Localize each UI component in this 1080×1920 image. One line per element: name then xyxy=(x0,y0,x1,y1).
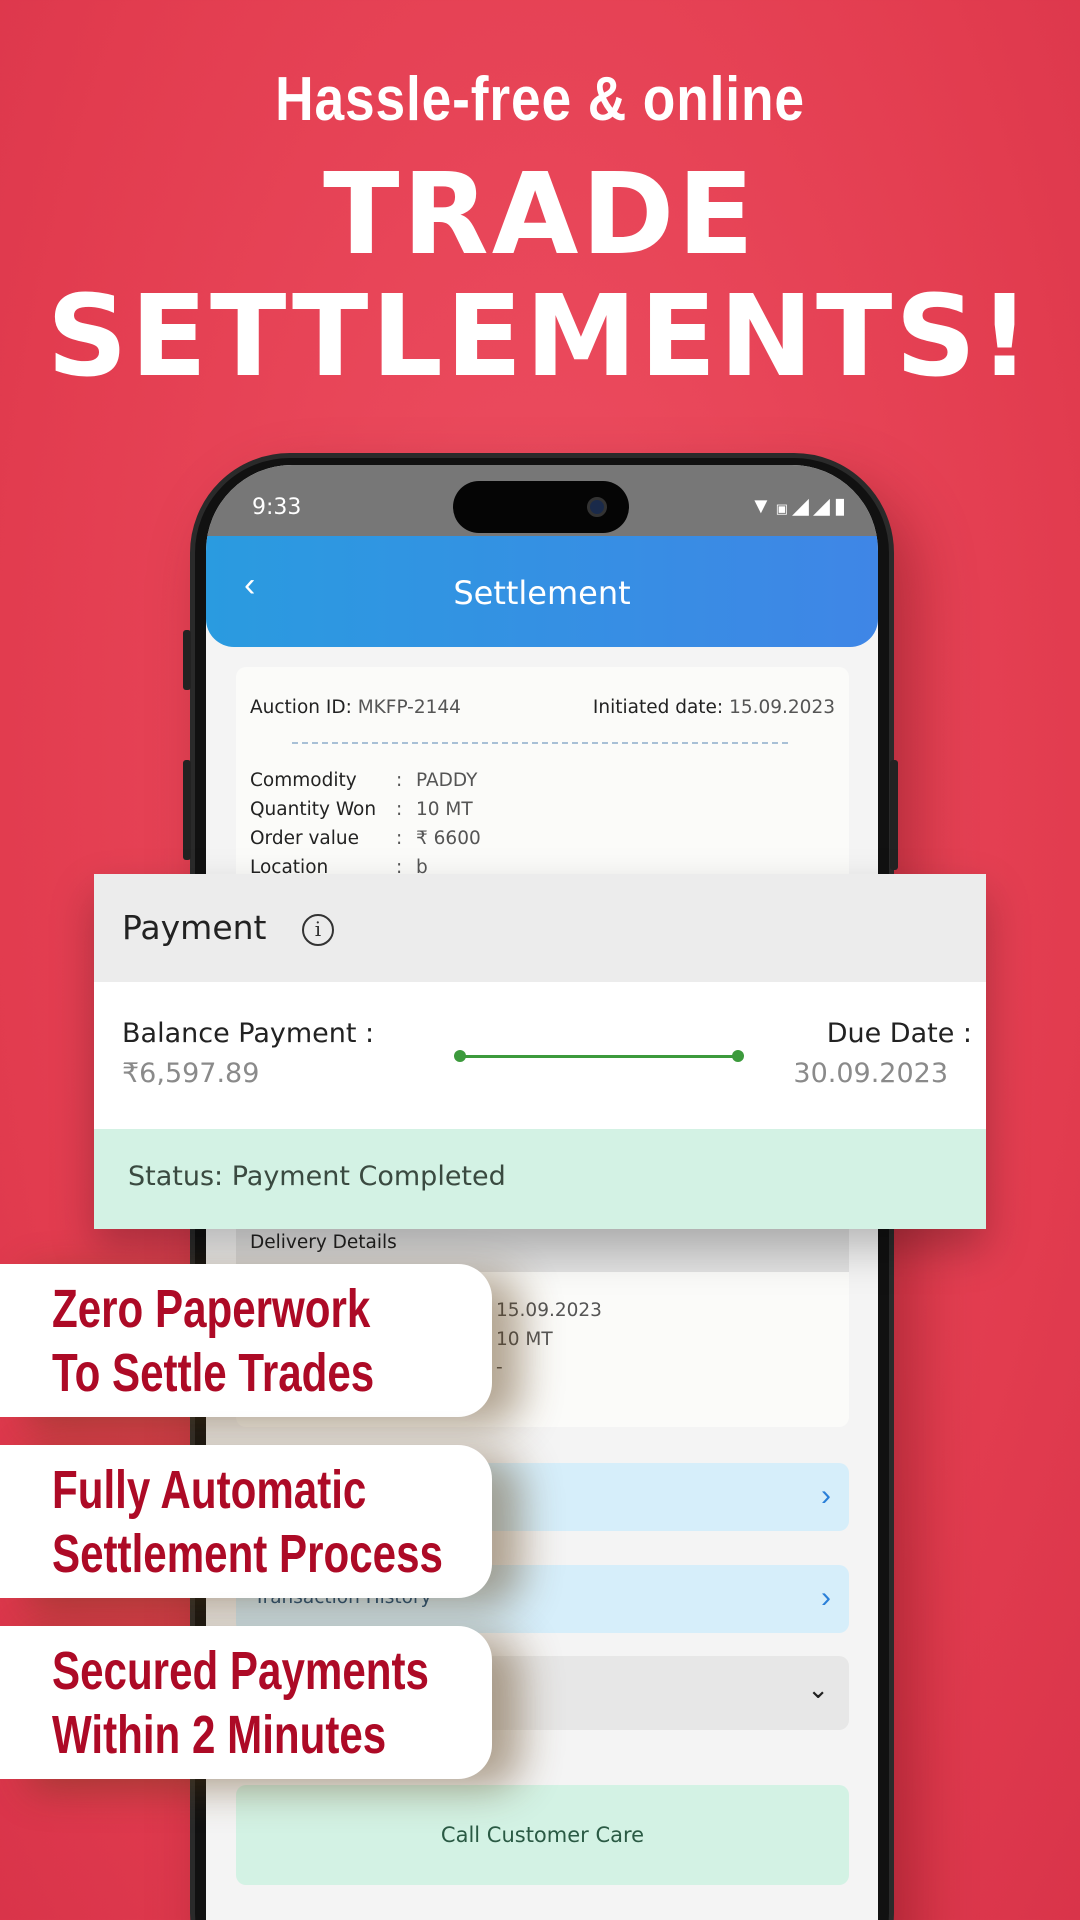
delivery-title: Delivery Details xyxy=(250,1232,397,1253)
payment-status: Status: Payment Completed xyxy=(94,1129,986,1229)
headline-settlements: SETTLEMENTS! xyxy=(46,272,1034,402)
initiated-date-label: Initiated date: xyxy=(592,697,724,718)
feature-card: Zero Paperwork To Settle Trades xyxy=(0,1264,492,1417)
signal-icon: ◢ xyxy=(812,493,834,518)
balance-value: ₹6,597.89 xyxy=(122,1058,260,1089)
due-date-value: 30.09.2023 xyxy=(793,1058,948,1089)
headline-trade: TRADE xyxy=(323,150,757,280)
progress-end-dot xyxy=(732,1050,744,1062)
feature-line: Fully Automatic xyxy=(52,1460,367,1520)
initiated-date-value: 15.09.2023 xyxy=(729,697,835,718)
payment-title: Payment xyxy=(122,908,267,947)
volte-icon: ▣ xyxy=(775,501,793,516)
feature-line: Zero Paperwork xyxy=(52,1279,371,1339)
chevron-right-icon: › xyxy=(821,1479,831,1512)
separator: : xyxy=(396,828,403,849)
chevron-down-icon: ⌄ xyxy=(807,1674,829,1704)
auction-id: Auction ID: MKFP-2144 xyxy=(250,697,461,718)
feature-card: Secured Payments Within 2 Minutes xyxy=(0,1626,492,1779)
delivery-location: - xyxy=(496,1357,503,1378)
auction-details: Commodity: PADDY Quantity Won:10 MT Order… xyxy=(236,770,849,890)
camera-icon xyxy=(587,497,607,517)
payment-progress xyxy=(454,1050,744,1062)
payment-header: Payment i xyxy=(94,874,986,982)
quantity-label: Quantity Won xyxy=(250,799,377,820)
chevron-right-icon: › xyxy=(821,1581,831,1614)
separator: : xyxy=(396,770,403,791)
payment-card: Payment i Balance Payment : ₹6,597.89 Du… xyxy=(94,874,986,1229)
status-icons: ▼▣◢◢▮ xyxy=(750,493,850,519)
payment-status-text: Status: Payment Completed xyxy=(128,1161,506,1192)
phone-button xyxy=(890,760,898,870)
phone-button xyxy=(183,760,191,860)
app-header: ‹ Settlement xyxy=(206,536,878,647)
commodity-label: Commodity xyxy=(250,770,357,791)
commodity-value: PADDY xyxy=(416,770,478,791)
feature-line: Within 2 Minutes xyxy=(52,1705,387,1765)
phone-button xyxy=(183,630,191,690)
divider xyxy=(292,742,788,744)
delivery-quantity: 10 MT xyxy=(496,1329,553,1350)
tagline: Hassle-free & online xyxy=(275,65,805,134)
delivery-date: 15.09.2023 xyxy=(496,1300,602,1321)
signal-icon: ◢ xyxy=(792,493,813,518)
wifi-icon: ▼ xyxy=(749,493,776,518)
order-value: ₹ 6600 xyxy=(416,828,481,849)
info-icon[interactable]: i xyxy=(302,914,334,946)
separator: : xyxy=(396,799,403,820)
balance-label: Balance Payment : xyxy=(122,1018,375,1049)
page-title: Settlement xyxy=(453,574,631,612)
due-date-label: Due Date : xyxy=(826,1018,972,1049)
clock: 9:33 xyxy=(252,495,302,520)
auction-id-label: Auction ID: xyxy=(250,697,352,718)
initiated-date: Initiated date: 15.09.2023 xyxy=(593,697,835,718)
status-bar: 9:33 ▼▣◢◢▮ xyxy=(206,465,878,537)
feature-line: Settlement Process xyxy=(52,1524,443,1584)
order-value-label: Order value xyxy=(250,828,359,849)
camera-notch xyxy=(453,481,629,533)
feature-line: To Settle Trades xyxy=(52,1343,375,1403)
feature-line: Secured Payments xyxy=(52,1641,429,1701)
call-customer-care-button[interactable]: Call Customer Care xyxy=(236,1785,849,1885)
battery-icon: ▮ xyxy=(833,493,850,518)
feature-card: Fully Automatic Settlement Process xyxy=(0,1445,492,1598)
auction-id-value: MKFP-2144 xyxy=(357,697,461,718)
quantity-value: 10 MT xyxy=(416,799,473,820)
progress-start-dot xyxy=(454,1050,466,1062)
